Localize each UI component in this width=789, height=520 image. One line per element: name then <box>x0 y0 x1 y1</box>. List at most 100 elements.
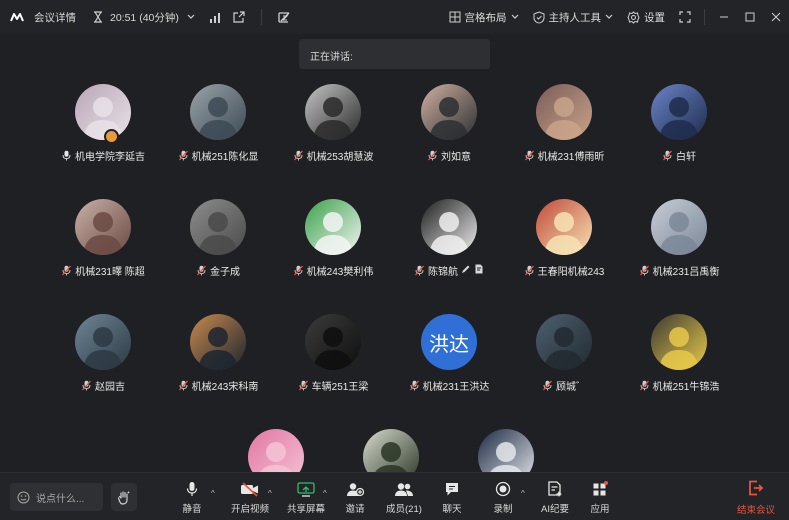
avatar[interactable] <box>190 199 246 255</box>
document-icon <box>474 264 484 277</box>
avatar[interactable] <box>305 314 361 370</box>
members-label: 成员(21) <box>386 504 422 515</box>
avatar[interactable] <box>536 314 592 370</box>
minimize-button[interactable] <box>711 0 737 34</box>
microphone-icon <box>182 480 202 498</box>
avatar[interactable] <box>305 84 361 140</box>
chat-button[interactable]: 聊天 <box>442 480 462 515</box>
members-icon <box>394 480 414 498</box>
avatar[interactable] <box>190 84 246 140</box>
participant-name: 王春阳机械243 <box>537 267 605 278</box>
mute-options-caret[interactable]: ^ <box>211 490 219 498</box>
signal-icon[interactable] <box>207 9 223 25</box>
avatar[interactable] <box>421 199 477 255</box>
close-icon <box>771 12 781 22</box>
participant-tile[interactable]: 陈锦航 <box>389 199 509 299</box>
share-screen-button[interactable]: 共享屏幕 <box>287 480 325 515</box>
end-meeting-label: 结束会议 <box>736 505 775 516</box>
avatar[interactable] <box>536 199 592 255</box>
participant-name: 赵园吉 <box>95 382 125 393</box>
ai-notes-icon <box>545 480 565 498</box>
share-screen-label: 共享屏幕 <box>287 504 326 515</box>
video-options-caret[interactable]: ^ <box>268 490 276 498</box>
avatar[interactable] <box>75 84 131 140</box>
meeting-details-link[interactable]: 会议详情 <box>34 10 76 25</box>
participant-tile[interactable]: 刘如意 <box>389 84 509 184</box>
chevron-down-icon <box>605 14 613 19</box>
participant-tile[interactable]: 车辆251王梁 <box>273 314 393 414</box>
start-video-label: 开启视频 <box>231 504 270 515</box>
avatar[interactable] <box>651 84 707 140</box>
gear-icon <box>627 10 640 24</box>
participant-name: 顾城゛ <box>556 382 586 393</box>
raise-hand-button[interactable] <box>111 483 137 511</box>
participant-name-row: 白轩 <box>609 148 749 163</box>
avatar[interactable] <box>651 314 707 370</box>
participant-tile[interactable]: 赵园吉 <box>43 314 163 414</box>
participant-name: 金子成 <box>210 267 240 278</box>
participant-tile[interactable]: 机械231傅雨昕 <box>504 84 624 184</box>
ai-notes-button[interactable]: AI纪要 <box>541 480 569 515</box>
avatar[interactable]: 洪达 <box>421 314 477 370</box>
participant-name: 刘如意 <box>441 152 471 163</box>
settings-button[interactable]: 设置 <box>620 0 672 34</box>
participant-tile[interactable]: 金子成 <box>158 199 278 299</box>
chat-label: 聊天 <box>442 504 462 515</box>
participant-tile[interactable]: 机电学院李延吉 <box>43 84 163 184</box>
microphone-muted-icon <box>178 150 189 161</box>
pencil-icon <box>461 264 471 277</box>
app-logo-icon <box>10 12 26 22</box>
host-badge-icon <box>104 129 119 144</box>
participant-tile[interactable]: 机械251陈化显 <box>158 84 278 184</box>
participant-name: 机电学院李延吉 <box>75 152 145 163</box>
close-button[interactable] <box>763 0 789 34</box>
avatar[interactable] <box>75 199 131 255</box>
participant-tile[interactable]: 洪达 机械231王洪达 <box>389 314 509 414</box>
maximize-button[interactable] <box>737 0 763 34</box>
apps-icon <box>590 480 610 498</box>
participant-tile[interactable]: 机械231曎 陈超 <box>43 199 163 299</box>
microphone-muted-icon <box>524 265 535 276</box>
record-button[interactable]: 录制 <box>493 480 513 515</box>
meeting-time-text: 20:51 (40分钟) <box>110 11 179 24</box>
participant-tile[interactable]: 机械231吕禹衡 <box>619 199 739 299</box>
participant-name: 机械243樊利伟 <box>306 267 374 278</box>
microphone-muted-icon <box>298 380 309 391</box>
participant-tile[interactable]: 机械243樊利伟 <box>273 199 393 299</box>
participant-tile[interactable]: 机械251牛锦浩 <box>619 314 739 414</box>
apps-button[interactable]: 应用 <box>590 480 610 515</box>
avatar[interactable] <box>190 314 246 370</box>
avatar[interactable] <box>305 199 361 255</box>
avatar[interactable] <box>536 84 592 140</box>
avatar[interactable] <box>651 199 707 255</box>
host-tools-button[interactable]: 主持人工具 <box>526 0 621 34</box>
start-video-button[interactable]: 开启视频 <box>231 480 269 515</box>
end-meeting-button[interactable]: 结束会议 <box>737 480 775 516</box>
microphone-muted-icon <box>81 380 92 391</box>
participant-name: 机械231曎 陈超 <box>75 267 145 278</box>
microphone-muted-icon <box>662 150 673 161</box>
quick-chat-input[interactable]: 说点什么... <box>10 483 103 511</box>
record-options-caret[interactable]: ^ <box>521 490 529 498</box>
participant-tile[interactable]: 机械243宋科南 <box>158 314 278 414</box>
invite-button[interactable]: 邀请 <box>345 480 365 515</box>
participant-tile[interactable]: 顾城゛ <box>504 314 624 414</box>
annotate-off-icon[interactable] <box>276 9 292 25</box>
video-off-icon <box>240 480 260 498</box>
participant-name: 机械253胡慧波 <box>306 152 374 163</box>
microphone-muted-icon <box>427 150 438 161</box>
share-options-caret[interactable]: ^ <box>323 490 331 498</box>
avatar[interactable] <box>421 84 477 140</box>
raise-hand-icon <box>117 490 130 505</box>
microphone-muted-icon <box>639 380 650 391</box>
participant-tile[interactable]: 机械253胡慧波 <box>273 84 393 184</box>
fullscreen-button[interactable] <box>672 0 698 34</box>
share-out-icon[interactable] <box>231 9 247 25</box>
layout-button[interactable]: 宫格布局 <box>442 0 526 34</box>
participant-tile[interactable]: 白轩 <box>619 84 739 184</box>
participant-tile[interactable]: 王春阳机械243 <box>504 199 624 299</box>
mute-button[interactable]: 静音 <box>182 480 202 515</box>
meeting-timer[interactable]: 20:51 (40分钟) <box>90 9 199 25</box>
members-button[interactable]: 成员(21) <box>386 480 422 515</box>
avatar[interactable] <box>75 314 131 370</box>
